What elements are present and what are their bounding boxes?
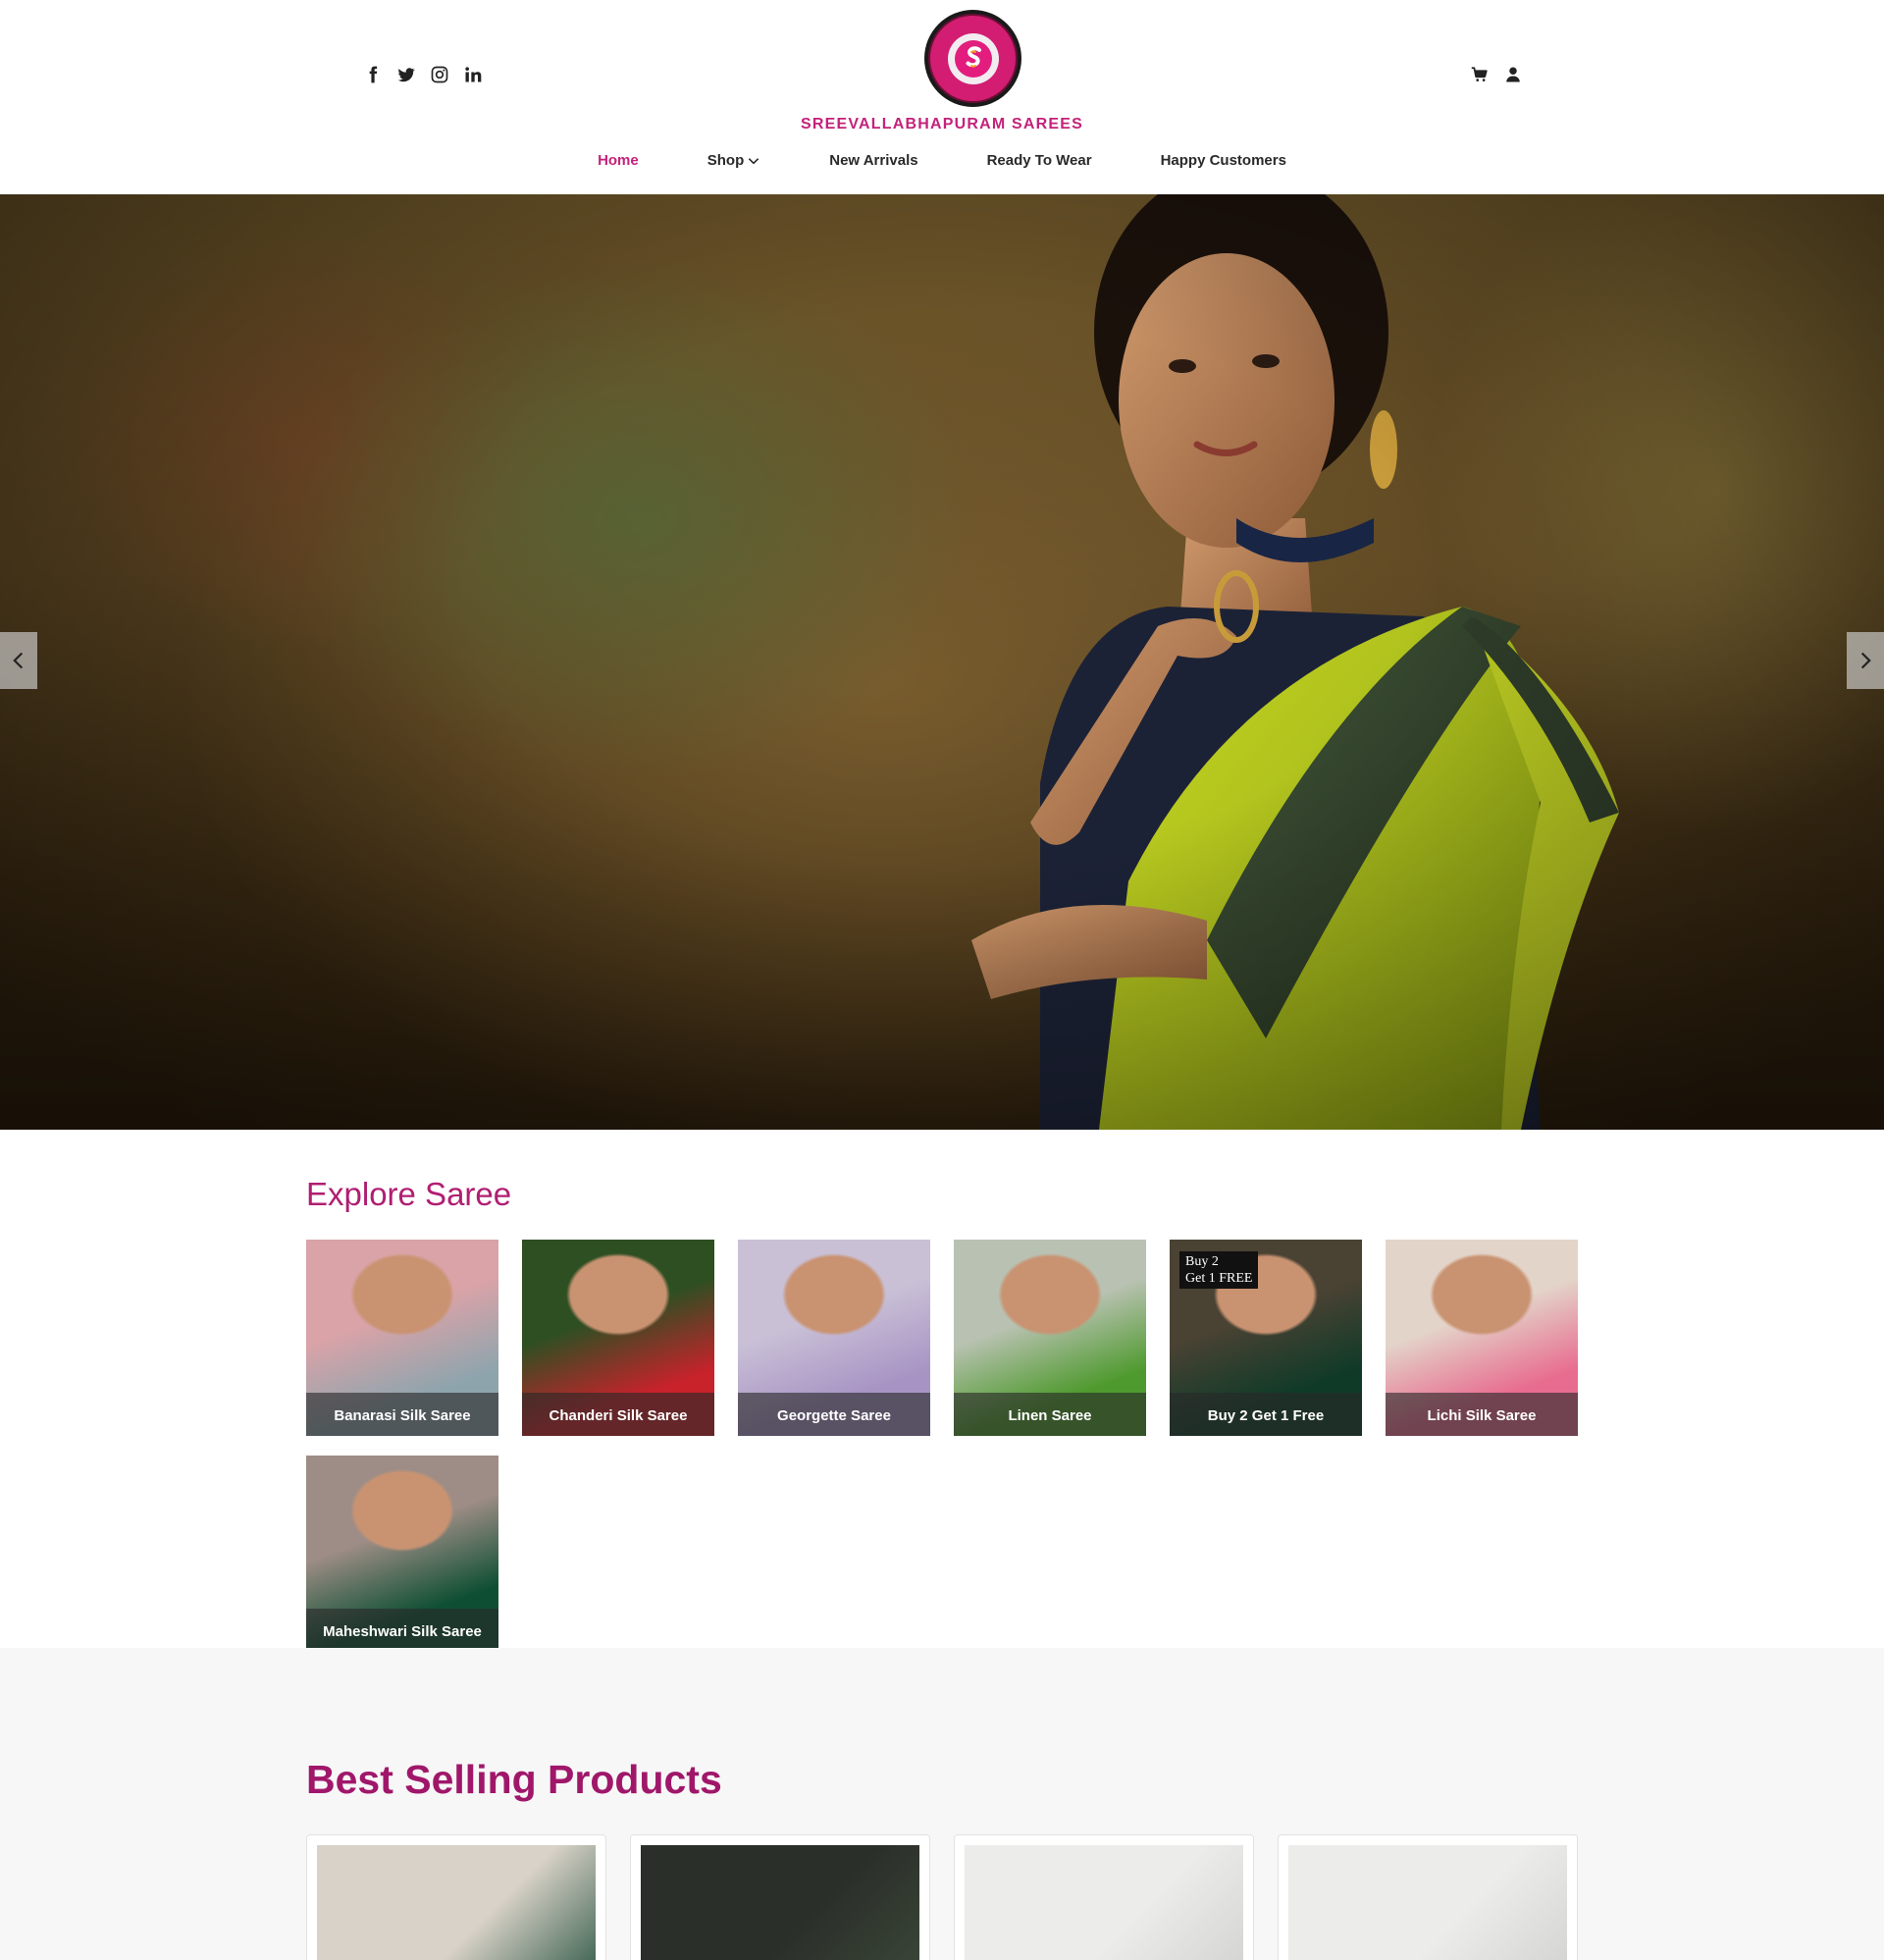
twitter-icon[interactable] bbox=[396, 65, 416, 84]
chevron-down-icon bbox=[749, 157, 759, 164]
logo-ring bbox=[928, 14, 1018, 103]
category-card-linen[interactable]: Linen Saree bbox=[954, 1240, 1146, 1436]
facebook-icon[interactable] bbox=[363, 65, 383, 84]
instagram-icon[interactable] bbox=[430, 65, 449, 84]
nav-happy-customers[interactable]: Happy Customers bbox=[1126, 152, 1321, 169]
product-card[interactable] bbox=[306, 1834, 606, 1960]
offer-badge: Buy 2 Get 1 FREE bbox=[1179, 1251, 1259, 1289]
product-image bbox=[1288, 1845, 1567, 1960]
user-icon[interactable] bbox=[1503, 65, 1523, 84]
nav-label: New Arrivals bbox=[829, 152, 918, 169]
category-label: Linen Saree bbox=[954, 1393, 1146, 1436]
category-label: Georgette Saree bbox=[738, 1393, 930, 1436]
nav-label: Home bbox=[598, 152, 639, 169]
category-label: Buy 2 Get 1 Free bbox=[1170, 1393, 1362, 1436]
nav-label: Happy Customers bbox=[1160, 152, 1286, 169]
category-card-georgette[interactable]: Georgette Saree bbox=[738, 1240, 930, 1436]
category-card-maheshwari[interactable]: Maheshwari Silk Saree bbox=[306, 1456, 498, 1652]
nav-shop[interactable]: Shop bbox=[673, 152, 796, 169]
social-links bbox=[363, 65, 483, 84]
brand-logo[interactable] bbox=[924, 10, 1021, 107]
category-label: Maheshwari Silk Saree bbox=[306, 1609, 498, 1652]
hero-banner bbox=[0, 194, 1884, 1130]
product-card[interactable] bbox=[630, 1834, 930, 1960]
header-actions bbox=[1470, 65, 1523, 84]
logo-s-icon bbox=[954, 39, 992, 78]
site-header: SREEVALLABHAPURAM SAREES Home Shop New A… bbox=[0, 0, 1884, 194]
category-card-lichi[interactable]: Lichi Silk Saree bbox=[1386, 1240, 1578, 1436]
hero-vignette bbox=[0, 194, 1884, 1130]
category-card-chanderi[interactable]: Chanderi Silk Saree bbox=[522, 1240, 714, 1436]
category-grid: Banarasi Silk Saree Chanderi Silk Saree … bbox=[306, 1240, 1582, 1652]
product-card[interactable] bbox=[1278, 1834, 1578, 1960]
best-selling-title: Best Selling Products bbox=[306, 1757, 722, 1802]
linkedin-icon[interactable] bbox=[463, 65, 483, 84]
explore-title: Explore Saree bbox=[306, 1176, 512, 1212]
nav-home[interactable]: Home bbox=[563, 152, 673, 169]
logo-emblem bbox=[947, 32, 999, 84]
product-image bbox=[641, 1845, 919, 1960]
category-label: Banarasi Silk Saree bbox=[306, 1393, 498, 1436]
category-card-buy2get1[interactable]: Buy 2 Get 1 FREE Buy 2 Get 1 Free bbox=[1170, 1240, 1362, 1436]
product-row bbox=[306, 1834, 1578, 1960]
product-card[interactable] bbox=[954, 1834, 1254, 1960]
nav-ready-to-wear[interactable]: Ready To Wear bbox=[953, 152, 1126, 169]
cart-icon[interactable] bbox=[1470, 65, 1490, 84]
category-card-banarasi[interactable]: Banarasi Silk Saree bbox=[306, 1240, 498, 1436]
chevron-right-icon bbox=[1860, 652, 1871, 669]
offer-badge-line2: Get 1 FREE bbox=[1185, 1271, 1253, 1286]
main-nav: Home Shop New Arrivals Ready To Wear Hap… bbox=[0, 152, 1884, 169]
product-image bbox=[965, 1845, 1243, 1960]
product-image bbox=[317, 1845, 596, 1960]
category-label: Lichi Silk Saree bbox=[1386, 1393, 1578, 1436]
nav-label: Shop bbox=[706, 152, 745, 169]
nav-label: Ready To Wear bbox=[986, 152, 1092, 169]
carousel-next-button[interactable] bbox=[1847, 632, 1884, 689]
nav-new-arrivals[interactable]: New Arrivals bbox=[795, 152, 952, 169]
carousel-prev-button[interactable] bbox=[0, 632, 37, 689]
best-selling-section: Best Selling Products bbox=[0, 1648, 1884, 1960]
category-label: Chanderi Silk Saree bbox=[522, 1393, 714, 1436]
brand-name[interactable]: SREEVALLABHAPURAM SAREES bbox=[0, 116, 1884, 133]
chevron-left-icon bbox=[13, 652, 24, 669]
offer-badge-line1: Buy 2 bbox=[1185, 1254, 1219, 1269]
